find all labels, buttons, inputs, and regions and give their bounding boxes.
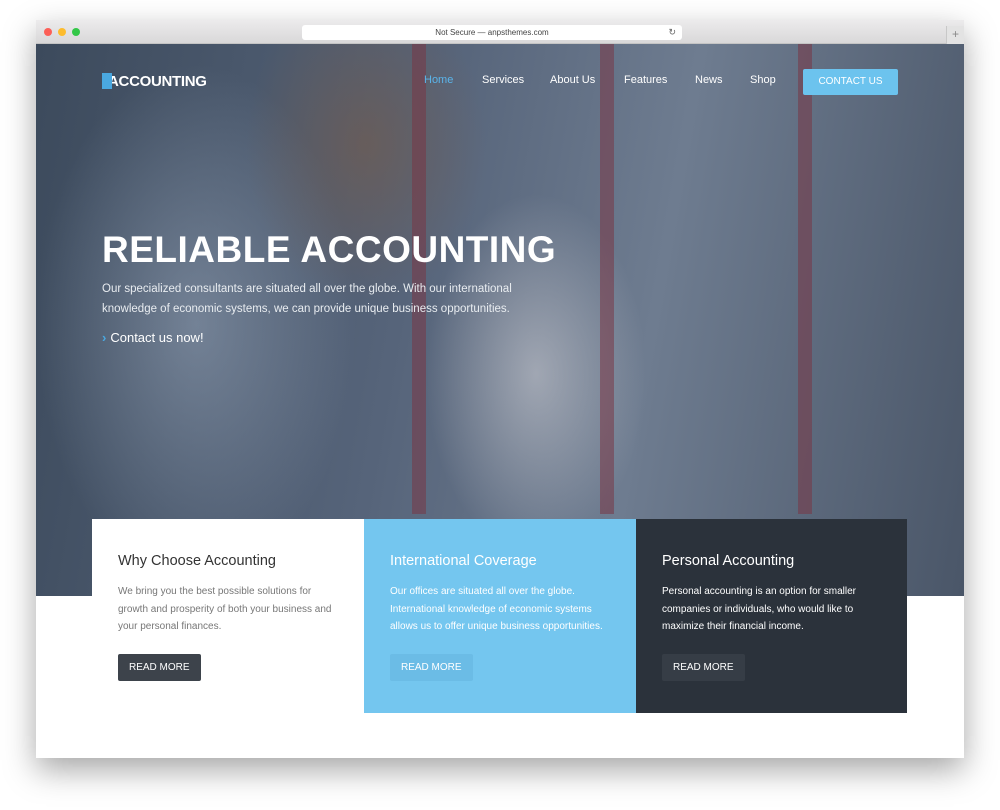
site-logo[interactable]: ACCOUNTING xyxy=(102,73,207,90)
nav-home[interactable]: Home xyxy=(424,74,453,86)
hero-section: ACCOUNTING Home Services About Us Featur… xyxy=(36,44,964,596)
card-text: Personal accounting is an option for sma… xyxy=(662,586,856,632)
new-tab-button[interactable]: + xyxy=(946,26,964,44)
read-more-button[interactable]: READ MORE xyxy=(390,654,473,681)
card-why-choose: Why Choose Accounting We bring you the b… xyxy=(92,519,364,713)
read-more-button[interactable]: READ MORE xyxy=(662,654,745,681)
close-window-button[interactable] xyxy=(44,28,52,36)
chevron-right-icon: › xyxy=(102,330,107,345)
card-title: Personal Accounting xyxy=(662,553,795,569)
contact-now-link[interactable]: › Contact us now! xyxy=(102,330,204,345)
browser-window: Not Secure — anpsthemes.com ↻ + ACCOUNTIN… xyxy=(36,20,964,758)
card-text: Our offices are situated all over the gl… xyxy=(390,586,603,632)
address-bar[interactable]: Not Secure — anpsthemes.com ↻ xyxy=(302,25,682,40)
read-more-button[interactable]: READ MORE xyxy=(118,654,201,681)
maximize-window-button[interactable] xyxy=(72,28,80,36)
card-title: International Coverage xyxy=(390,553,537,569)
contact-us-button[interactable]: CONTACT US xyxy=(803,69,898,95)
logo-mark-icon xyxy=(102,73,112,89)
card-personal-accounting: Personal Accounting Personal accounting … xyxy=(636,519,907,713)
minimize-window-button[interactable] xyxy=(58,28,66,36)
contact-now-label: Contact us now! xyxy=(110,330,204,345)
card-text: We bring you the best possible solutions… xyxy=(118,586,332,632)
nav-news[interactable]: News xyxy=(695,74,723,86)
card-international-coverage: International Coverage Our offices are s… xyxy=(364,519,636,713)
nav-services[interactable]: Services xyxy=(482,74,524,86)
reload-icon[interactable]: ↻ xyxy=(668,25,676,40)
hero-text: Our specialized consultants are situated… xyxy=(102,283,512,315)
hero-title: RELIABLE ACCOUNTING xyxy=(102,229,557,270)
browser-toolbar: Not Secure — anpsthemes.com ↻ + xyxy=(36,20,964,44)
logo-text: ACCOUNTING xyxy=(108,73,207,90)
url-text: Not Secure — anpsthemes.com xyxy=(435,28,549,37)
nav-about-us[interactable]: About Us xyxy=(550,74,595,86)
card-title: Why Choose Accounting xyxy=(118,553,276,569)
nav-shop[interactable]: Shop xyxy=(750,74,776,86)
main-nav: ACCOUNTING Home Services About Us Featur… xyxy=(36,44,964,116)
nav-features[interactable]: Features xyxy=(624,74,667,86)
